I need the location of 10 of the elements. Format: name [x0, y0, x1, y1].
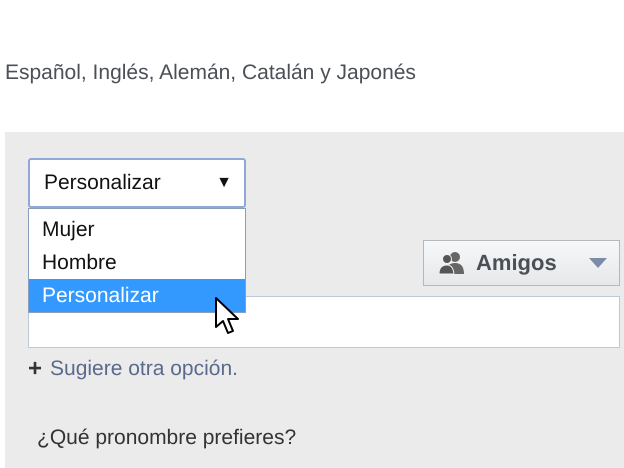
languages-text: Español, Inglés, Alemán, Catalán y Japonés [5, 60, 417, 86]
caret-icon [589, 258, 607, 268]
audience-button[interactable]: Amigos [423, 240, 620, 286]
dropdown-option[interactable]: Mujer [29, 213, 245, 246]
plus-icon: + [28, 354, 42, 384]
suggest-link[interactable]: Sugiere otra opción. [50, 354, 238, 384]
pronoun-question: ¿Qué pronombre prefieres? [36, 426, 298, 450]
gender-select[interactable]: Personalizar ▼ [28, 158, 246, 208]
people-icon [438, 251, 466, 275]
dropdown-option[interactable]: Hombre [29, 246, 245, 279]
